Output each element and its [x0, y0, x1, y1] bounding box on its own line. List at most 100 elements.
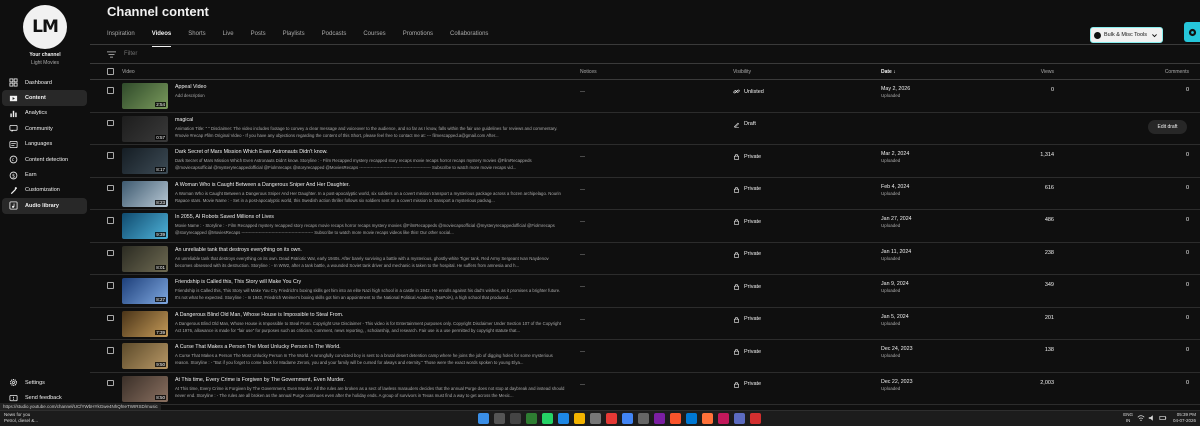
- app-icon[interactable]: [750, 413, 761, 424]
- video-thumbnail[interactable]: 7:39: [122, 310, 168, 337]
- table-row[interactable]: 0:57 magical Animation Title: " " Disclaim…: [90, 113, 1200, 145]
- edge-icon[interactable]: [686, 413, 697, 424]
- chrome-icon[interactable]: [622, 413, 633, 424]
- sidebar-item-content[interactable]: Content: [2, 90, 87, 106]
- visibility-cell[interactable]: Private: [733, 348, 761, 355]
- visibility-cell[interactable]: Private: [733, 186, 761, 193]
- sidebar-item-content-detection[interactable]: c Content detection: [2, 152, 87, 167]
- row-checkbox[interactable]: [107, 282, 114, 289]
- video-title[interactable]: An unreliable tank that destroys everyth…: [175, 247, 565, 253]
- table-row[interactable]: 9:39 In 2055, AI Robots Saved Millions of…: [90, 210, 1200, 243]
- wifi-icon[interactable]: [1137, 414, 1145, 422]
- language-indicator[interactable]: ENG IN: [1123, 412, 1133, 424]
- search-icon[interactable]: [494, 413, 505, 424]
- tab-promotions[interactable]: Promotions: [403, 28, 433, 43]
- row-checkbox[interactable]: [107, 314, 114, 321]
- visibility-cell[interactable]: Unlisted: [733, 88, 764, 95]
- video-title[interactable]: A Curse That Makes a Person The Most Unl…: [175, 344, 565, 350]
- app-icon[interactable]: [718, 413, 729, 424]
- visibility-cell[interactable]: Private: [733, 316, 761, 323]
- video-thumbnail[interactable]: 0:57: [122, 115, 168, 142]
- sidebar-item-audio-library[interactable]: Audio library: [2, 198, 87, 214]
- tab-videos[interactable]: Videos: [151, 28, 171, 47]
- row-checkbox[interactable]: [107, 347, 114, 354]
- task-view-icon[interactable]: [510, 413, 521, 424]
- sidebar-item-customization[interactable]: Customization: [2, 183, 87, 198]
- windows-start-icon[interactable]: [478, 413, 489, 424]
- filter-icon[interactable]: [107, 50, 116, 58]
- header-date[interactable]: Date ↓: [881, 69, 896, 75]
- app-icon[interactable]: [734, 413, 745, 424]
- sidebar-item-languages[interactable]: Languages: [2, 137, 87, 152]
- table-row[interactable]: 8:17 Dark Secret of Mars Mission Which Ev…: [90, 145, 1200, 178]
- row-checkbox[interactable]: [107, 184, 114, 191]
- tab-playlists[interactable]: Playlists: [283, 28, 305, 43]
- volume-icon[interactable]: [1148, 414, 1156, 422]
- filter-input[interactable]: Filter: [124, 51, 137, 57]
- bulk-misc-tools-button[interactable]: Bulk & Misc Tools: [1090, 27, 1163, 43]
- video-thumbnail[interactable]: 9:50: [122, 343, 168, 369]
- row-checkbox[interactable]: [107, 119, 114, 126]
- taskbar-news-widget[interactable]: News for you Petrol, diesel &...: [4, 412, 38, 424]
- phone-link-icon[interactable]: [526, 413, 537, 424]
- row-checkbox[interactable]: [107, 249, 114, 256]
- video-title[interactable]: In 2055, AI Robots Saved Millions of Liv…: [175, 214, 565, 220]
- sidebar-item-settings[interactable]: Settings: [2, 375, 87, 390]
- video-thumbnail[interactable]: 8:27: [122, 278, 168, 304]
- table-row[interactable]: 7:39 A Dangerous Blind Old Man, Whose Hou…: [90, 308, 1200, 340]
- row-checkbox[interactable]: [107, 217, 114, 224]
- row-checkbox[interactable]: [107, 379, 114, 386]
- video-title[interactable]: Appeal Video: [175, 84, 565, 90]
- edit-draft-button[interactable]: Edit draft: [1148, 119, 1187, 134]
- brave-icon[interactable]: [670, 413, 681, 424]
- video-thumbnail[interactable]: 8:23: [122, 180, 168, 207]
- video-thumbnail[interactable]: 8:50: [122, 375, 168, 402]
- video-title[interactable]: magical: [175, 117, 565, 123]
- battery-icon[interactable]: [1159, 414, 1167, 422]
- store-icon[interactable]: [558, 413, 569, 424]
- tab-live[interactable]: Live: [223, 28, 234, 43]
- tab-podcasts[interactable]: Podcasts: [322, 28, 347, 43]
- video-thumbnail[interactable]: 2:54: [122, 83, 168, 109]
- table-row[interactable]: 8:27 Friendship is Called this, This Stor…: [90, 275, 1200, 308]
- video-thumbnail[interactable]: 9:39: [122, 213, 168, 239]
- sidebar-item-community[interactable]: Community: [2, 121, 87, 136]
- app-icon[interactable]: [590, 413, 601, 424]
- tab-courses[interactable]: Courses: [363, 28, 385, 43]
- video-thumbnail[interactable]: 8:17: [122, 148, 168, 174]
- taskbar-clock[interactable]: 05:39 PM 04-07-2026: [1173, 412, 1196, 424]
- video-title[interactable]: A Dangerous Blind Old Man, Whose House i…: [175, 312, 565, 318]
- sidebar-item-dashboard[interactable]: Dashboard: [2, 75, 87, 90]
- row-checkbox[interactable]: [107, 87, 114, 94]
- video-title[interactable]: Dark Secret of Mars Mission Which Even A…: [175, 149, 565, 155]
- table-row[interactable]: 8:23 A Woman Who is Caught Between a Dang…: [90, 178, 1200, 210]
- visibility-cell[interactable]: Private: [733, 218, 761, 225]
- row-checkbox[interactable]: [107, 152, 114, 159]
- visibility-cell[interactable]: Draft: [733, 121, 756, 128]
- sidebar-item-earn[interactable]: $ Earn: [2, 167, 87, 182]
- opera-icon[interactable]: [606, 413, 617, 424]
- table-row[interactable]: 2:54 Appeal Video Add description — Unlisted…: [90, 80, 1200, 113]
- visibility-cell[interactable]: Private: [733, 381, 761, 388]
- tab-posts[interactable]: Posts: [251, 28, 266, 43]
- visibility-cell[interactable]: Private: [733, 283, 761, 290]
- select-all-checkbox[interactable]: [107, 68, 114, 75]
- channel-avatar[interactable]: LM: [23, 5, 67, 49]
- firefox-icon[interactable]: [702, 413, 713, 424]
- video-title[interactable]: At This time, Every Crime is Forgiven by…: [175, 377, 565, 383]
- visibility-cell[interactable]: Private: [733, 251, 761, 258]
- video-title[interactable]: Friendship is Called this, This Story wi…: [175, 279, 565, 285]
- visibility-cell[interactable]: Private: [733, 153, 761, 160]
- video-thumbnail[interactable]: 8:01: [122, 245, 168, 272]
- file-explorer-icon[interactable]: [574, 413, 585, 424]
- extension-side-button[interactable]: [1184, 22, 1200, 42]
- whatsapp-icon[interactable]: [542, 413, 553, 424]
- tab-shorts[interactable]: Shorts: [188, 28, 205, 43]
- sidebar-item-analytics[interactable]: Analytics: [2, 106, 87, 121]
- tab-inspiration[interactable]: Inspiration: [107, 28, 135, 43]
- yahoo-icon[interactable]: [654, 413, 665, 424]
- table-row[interactable]: 8:50 At This time, Every Crime is Forgive…: [90, 373, 1200, 405]
- video-title[interactable]: A Woman Who is Caught Between a Dangerou…: [175, 182, 565, 188]
- app-icon[interactable]: [638, 413, 649, 424]
- filter-bar[interactable]: Filter: [90, 45, 1200, 64]
